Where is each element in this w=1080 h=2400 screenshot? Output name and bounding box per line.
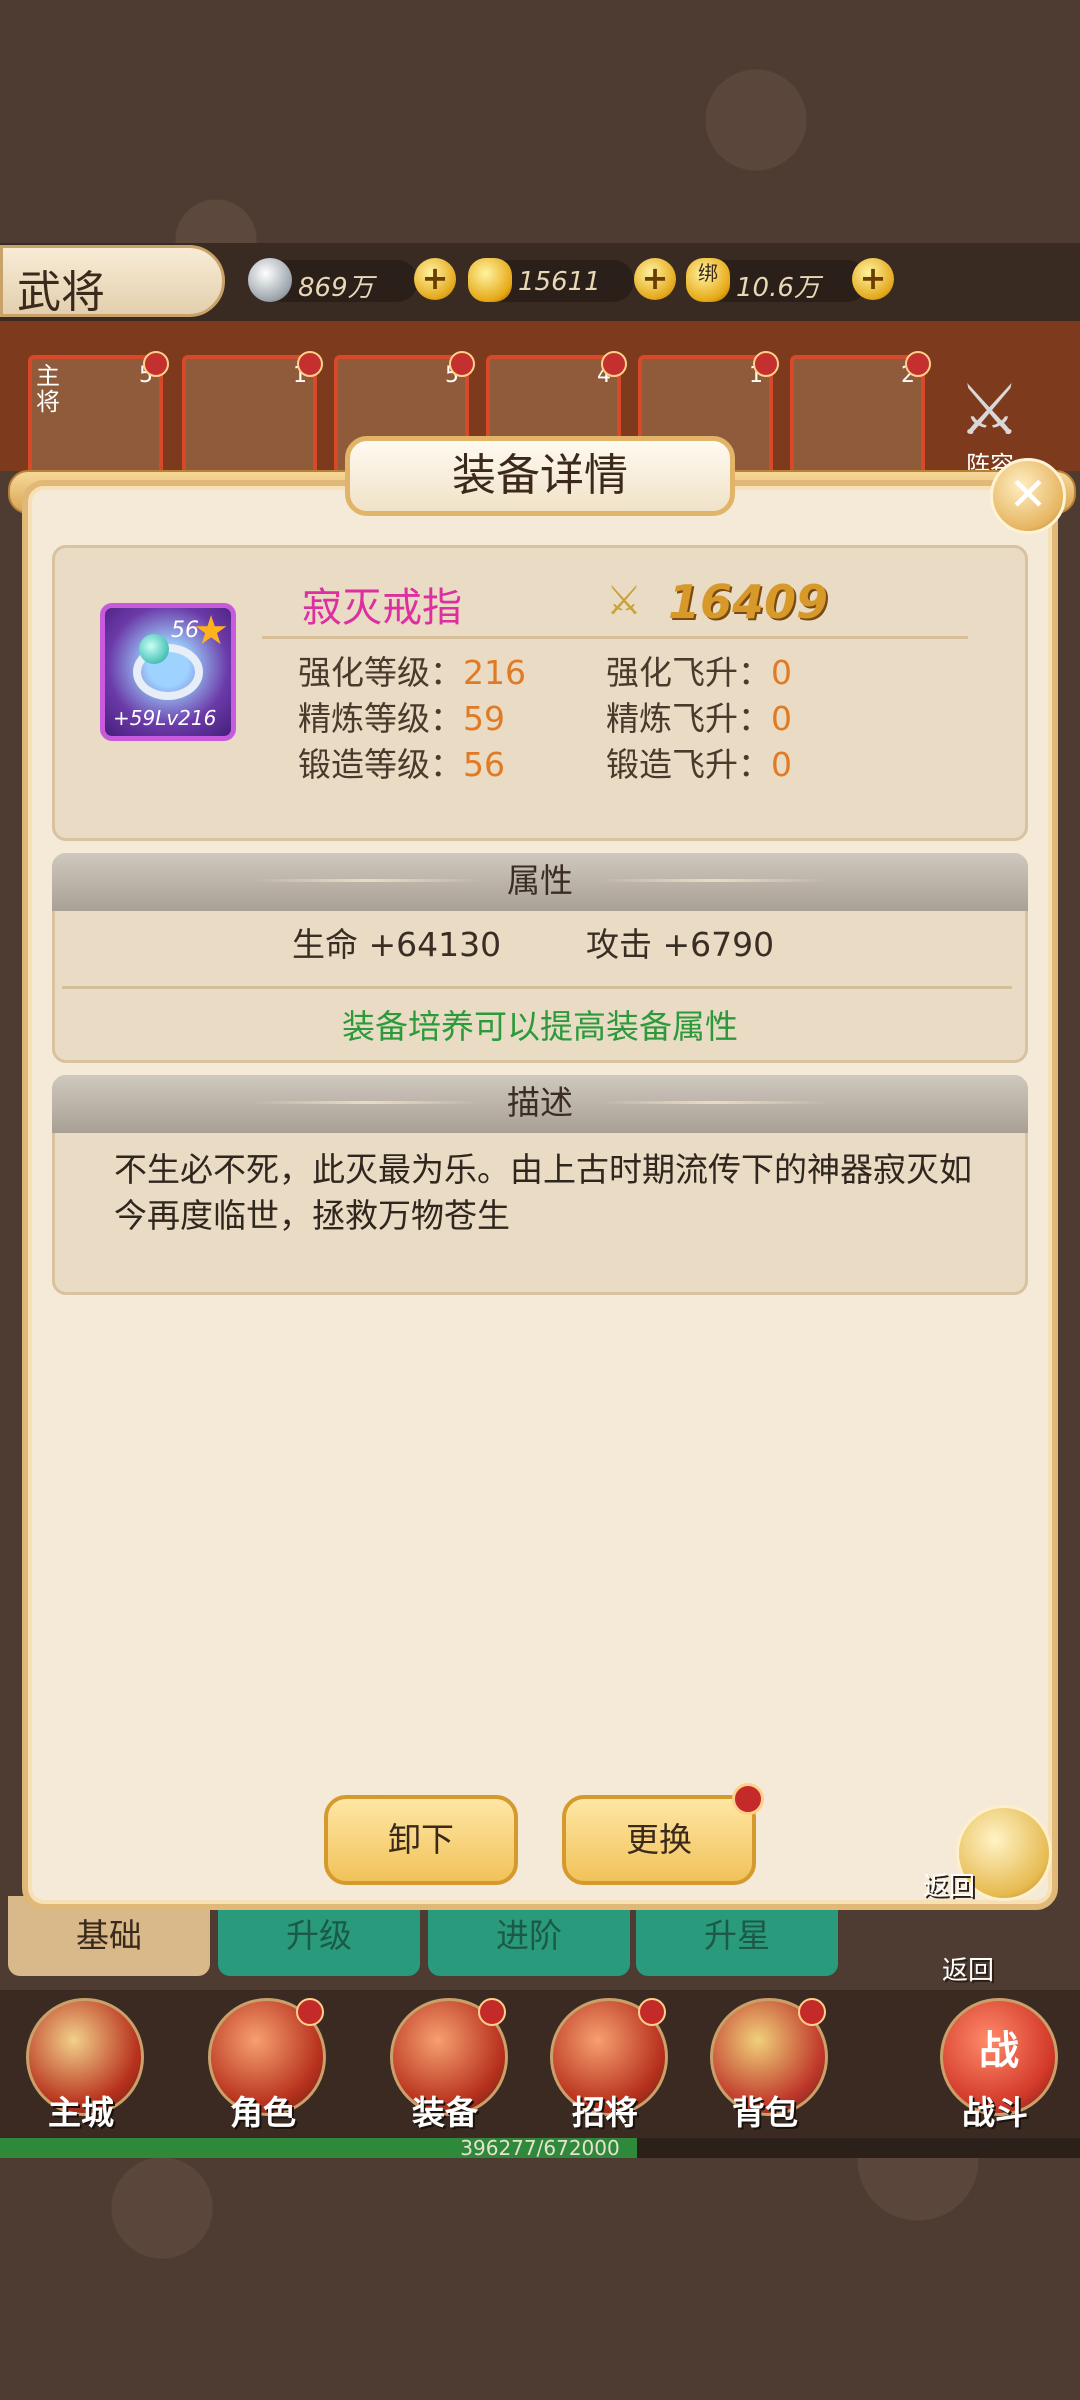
- description-heading: 描述: [507, 1083, 573, 1122]
- nav-label: 战斗: [962, 2093, 1028, 2132]
- gem-shape: [139, 634, 169, 664]
- notification-dot: [296, 1998, 324, 2026]
- add-gold-button[interactable]: +: [634, 258, 676, 300]
- bound-gold-resource: 绑 10.6万: [686, 258, 868, 303]
- add-silver-button[interactable]: +: [414, 258, 456, 300]
- attribute-attack: 攻击 +6790: [586, 925, 775, 964]
- divider: [262, 636, 968, 639]
- crossed-swords-icon: ⚔: [958, 369, 1021, 451]
- ornament-right: [598, 1101, 828, 1104]
- stat-label: 精炼飞升：: [606, 699, 771, 738]
- close-button[interactable]: ✕: [990, 458, 1066, 534]
- stat-label: 精炼等级：: [298, 699, 463, 738]
- hero-slot-2[interactable]: 1: [182, 351, 323, 475]
- nav-character[interactable]: 角色: [188, 1990, 338, 2132]
- stat-refine-level: 精炼等级：59: [298, 692, 505, 740]
- attributes-heading-bar: 属性: [52, 853, 1028, 911]
- notification-dot: [753, 351, 779, 377]
- stat-refine-ascend: 精炼飞升：0: [606, 692, 792, 740]
- hero-slot-1[interactable]: 主将 5: [28, 351, 169, 475]
- stat-value: 216: [463, 653, 526, 692]
- notification-dot: [478, 1998, 506, 2026]
- silver-coin-icon: [248, 258, 292, 302]
- ornament-right: [598, 879, 828, 882]
- battle-tag: 战: [979, 2028, 1019, 2074]
- main-hero-label: 主将: [36, 362, 60, 416]
- add-bound-gold-button[interactable]: +: [852, 258, 894, 300]
- ornament-left: [252, 1101, 482, 1104]
- gold-ingot-icon: [468, 258, 512, 302]
- bound-gold-value: 10.6万: [736, 273, 820, 303]
- modal-title-plate: 装备详情: [345, 436, 735, 516]
- item-badge-sub: +59Lv216: [113, 706, 217, 730]
- stat-label: 强化等级：: [298, 653, 463, 692]
- stat-value: 0: [771, 699, 792, 738]
- nav-label: 背包: [732, 2093, 798, 2132]
- notification-dot: [905, 351, 931, 377]
- notification-dot: [798, 1998, 826, 2026]
- notification-dot: [449, 351, 475, 377]
- attributes-heading: 属性: [507, 861, 573, 900]
- back-label: 返回: [923, 1872, 976, 1902]
- nav-main-city[interactable]: 主城: [6, 1990, 156, 2132]
- page-title: 武将: [17, 267, 105, 318]
- experience-bar: 396277/672000: [0, 2136, 1080, 2160]
- notification-dot: [638, 1998, 666, 2026]
- nav-backpack[interactable]: 背包: [690, 1990, 840, 2132]
- bound-tag: 绑: [698, 261, 718, 285]
- divider: [62, 986, 1012, 989]
- replace-button[interactable]: 更换: [562, 1795, 756, 1885]
- training-hint: 装备培养可以提高装备属性: [342, 1007, 738, 1046]
- modal-title: 装备详情: [452, 450, 628, 501]
- page-title-tab: 武将: [0, 245, 225, 318]
- close-icon: ✕: [1008, 467, 1048, 521]
- stat-enhance-ascend: 强化飞升：0: [606, 646, 792, 694]
- stat-enhance-level: 强化等级：216: [298, 646, 526, 694]
- bound-gold-icon: 绑: [686, 258, 730, 302]
- notification-dot: [297, 351, 323, 377]
- stat-label: 锻造等级：: [298, 745, 463, 784]
- experience-text: 396277/672000: [460, 2136, 620, 2160]
- combat-power-icon: ⚔: [606, 578, 642, 624]
- stat-value: 0: [771, 745, 792, 784]
- unequip-button[interactable]: 卸下: [324, 1795, 518, 1885]
- back-label-secondary: 返回: [942, 1956, 995, 1986]
- nav-label: 主城: [48, 2093, 114, 2132]
- nav-equipment[interactable]: 装备: [370, 1990, 520, 2132]
- hero-slot-6[interactable]: 2: [790, 351, 931, 475]
- combat-power-value: 16409: [668, 575, 829, 629]
- gold-resource: 15611: [468, 258, 634, 302]
- description-text: 不生必不死，此灭最为乐。由上古时期流传下的神器寂灭如今再度临世，拯救万物苍生: [114, 1150, 972, 1235]
- silver-value: 869万: [298, 273, 374, 303]
- stat-label: 强化飞升：: [606, 653, 771, 692]
- nav-label: 装备: [412, 2093, 478, 2132]
- ring-item-icon: 56 ★ +59Lv216: [100, 603, 236, 741]
- stat-value: 56: [463, 745, 505, 784]
- nav-recruit[interactable]: 招将: [530, 1990, 680, 2132]
- item-name: 寂灭戒指: [302, 585, 462, 631]
- nav-label: 角色: [230, 2093, 296, 2132]
- stat-value: 0: [771, 653, 792, 692]
- stat-forge-ascend: 锻造飞升：0: [606, 738, 792, 786]
- star-icon: ★: [193, 608, 229, 654]
- description-heading-bar: 描述: [52, 1075, 1028, 1133]
- ornament-left: [252, 879, 482, 882]
- gold-value: 15611: [518, 267, 601, 297]
- notification-dot: [732, 1783, 764, 1815]
- stat-value: 59: [463, 699, 505, 738]
- silver-resource: 869万: [248, 258, 418, 303]
- notification-dot: [601, 351, 627, 377]
- nav-label: 招将: [572, 2093, 638, 2132]
- stat-forge-level: 锻造等级：56: [298, 738, 505, 786]
- attribute-hp: 生命 +64130: [292, 925, 502, 964]
- nav-battle[interactable]: 战 战斗: [920, 1990, 1070, 2132]
- notification-dot: [143, 351, 169, 377]
- stat-label: 锻造飞升：: [606, 745, 771, 784]
